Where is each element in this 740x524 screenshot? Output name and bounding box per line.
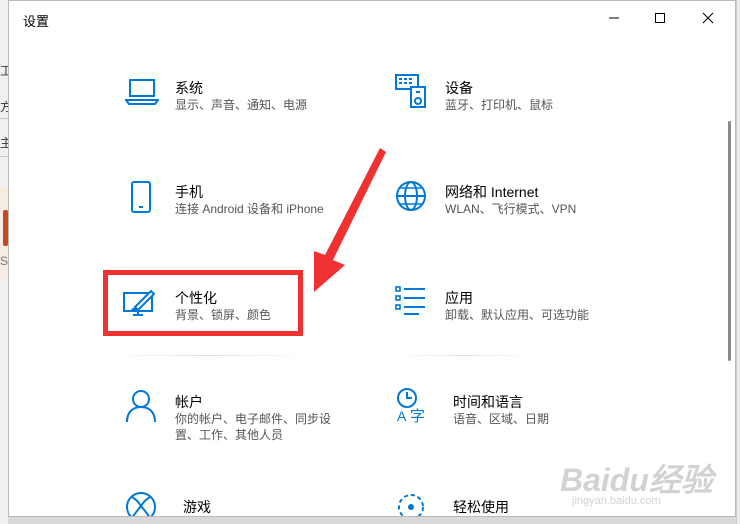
annotation-arrow: [314, 148, 386, 292]
watermark: Baidu经验 jingyan.baidu.com: [560, 455, 720, 515]
watermark-url: jingyan.baidu.com: [572, 495, 661, 507]
